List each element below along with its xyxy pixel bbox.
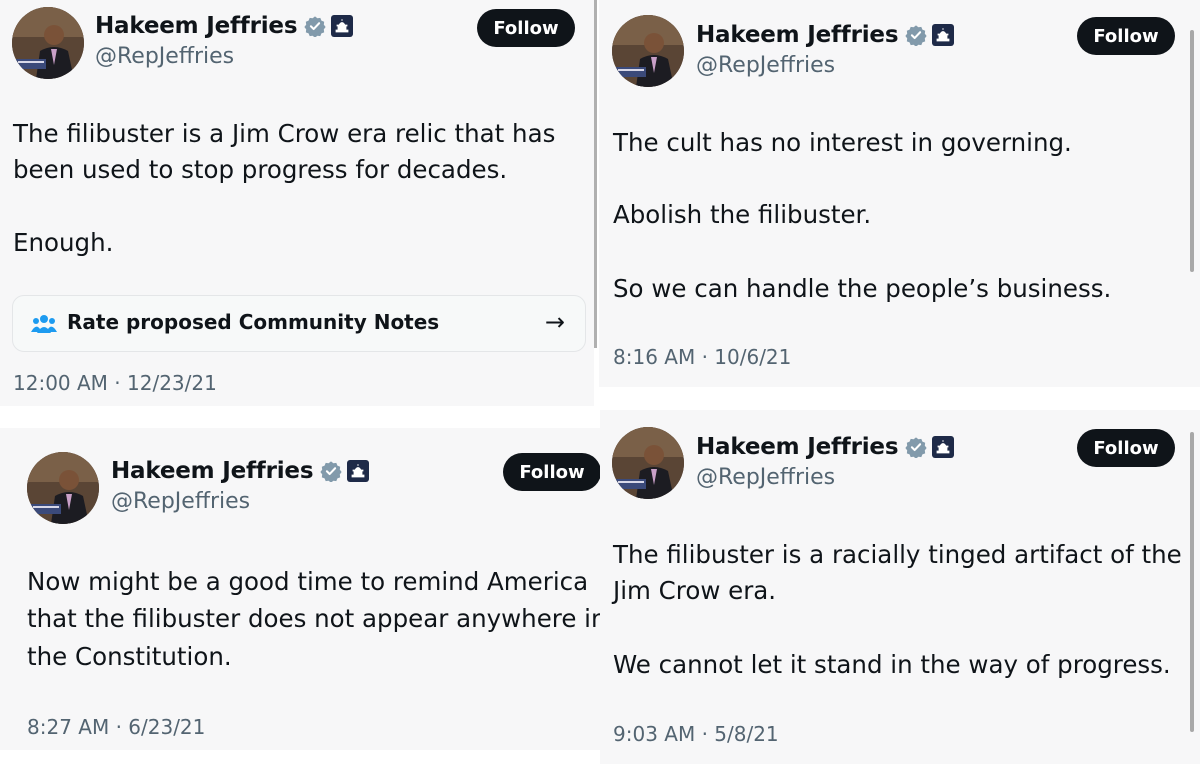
timestamp[interactable]: 9:03 AM · 5/8/21 — [613, 722, 779, 746]
display-name[interactable]: Hakeem Jeffries — [111, 458, 314, 484]
tweet-card: Hakeem Jeffries @RepJeffries Follow Now … — [0, 428, 600, 750]
follow-button[interactable]: Follow — [1077, 429, 1175, 467]
scrollbar[interactable] — [1190, 432, 1194, 732]
tweet-text: that the filibuster does not appear anyw… — [27, 604, 600, 633]
tweet-text: The cult has no interest in governing. — [613, 128, 1072, 157]
community-notes-label: Rate proposed Community Notes — [67, 310, 440, 334]
display-name[interactable]: Hakeem Jeffries — [696, 434, 899, 460]
verified-badge-icon — [905, 436, 927, 458]
profile-photo-icon — [612, 15, 684, 87]
follow-button[interactable]: Follow — [477, 9, 575, 47]
user-handle[interactable]: @RepJeffries — [95, 44, 234, 69]
capitol-affiliation-icon — [932, 24, 955, 46]
profile-photo-icon — [27, 452, 99, 524]
arrow-right-icon: → — [544, 308, 565, 336]
community-notes-icon — [31, 313, 57, 335]
verified-badge-icon — [304, 15, 326, 37]
user-handle[interactable]: @RepJeffries — [696, 53, 835, 78]
follow-button[interactable]: Follow — [503, 453, 600, 491]
timestamp[interactable]: 8:16 AM · 10/6/21 — [613, 345, 791, 369]
tweet-text: The filibuster is a racially tinged arti… — [613, 540, 1182, 569]
tweet-card: Hakeem Jeffries @RepJeffries Follow The … — [599, 0, 1200, 387]
follow-button[interactable]: Follow — [1077, 17, 1175, 55]
avatar[interactable] — [12, 7, 84, 79]
panel-divider — [594, 0, 597, 348]
display-name[interactable]: Hakeem Jeffries — [95, 13, 298, 39]
tweet-text: Abolish the filibuster. — [613, 200, 872, 229]
tweet-text: the Constitution. — [27, 642, 232, 671]
capitol-affiliation-icon — [347, 460, 370, 482]
tweet-card: Hakeem Jeffries @RepJeffries Follow The … — [600, 410, 1200, 764]
display-name[interactable]: Hakeem Jeffries — [696, 22, 899, 48]
tweet-card: Hakeem Jeffries @RepJeffries Follow The … — [0, 0, 594, 406]
user-handle[interactable]: @RepJeffries — [696, 465, 835, 490]
tweet-text: So we can handle the people’s business. — [613, 274, 1112, 303]
tweet-text: Jim Crow era. — [613, 576, 777, 605]
user-handle[interactable]: @RepJeffries — [111, 489, 250, 514]
verified-badge-icon — [320, 460, 342, 482]
capitol-affiliation-icon — [331, 15, 354, 37]
profile-photo-icon — [612, 427, 684, 499]
tweet-text: We cannot let it stand in the way of pro… — [613, 650, 1171, 679]
scrollbar[interactable] — [1190, 30, 1194, 272]
avatar[interactable] — [612, 15, 684, 87]
avatar[interactable] — [27, 452, 99, 524]
community-notes-button[interactable]: Rate proposed Community Notes → — [12, 295, 586, 352]
timestamp[interactable]: 8:27 AM · 6/23/21 — [27, 715, 205, 739]
timestamp[interactable]: 12:00 AM · 12/23/21 — [13, 371, 217, 395]
tweet-text: Enough. — [13, 228, 114, 257]
avatar[interactable] — [612, 427, 684, 499]
profile-photo-icon — [12, 7, 84, 79]
tweet-text: Now might be a good time to remind Ameri… — [27, 567, 589, 596]
verified-badge-icon — [905, 24, 927, 46]
tweet-text: been used to stop progress for decades. — [13, 155, 508, 184]
tweet-text: The filibuster is a Jim Crow era relic t… — [13, 119, 556, 148]
capitol-affiliation-icon — [932, 436, 955, 458]
